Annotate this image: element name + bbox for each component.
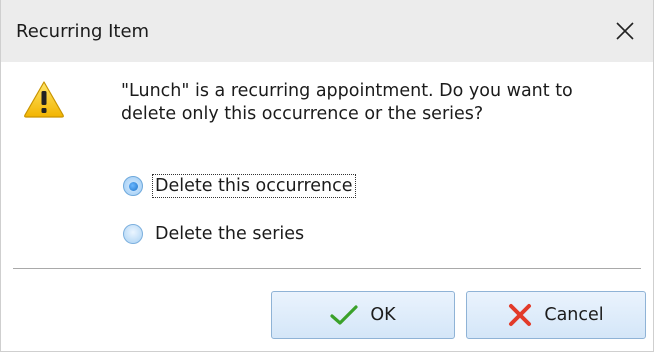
radio-unselected-icon[interactable] xyxy=(123,224,143,244)
cancel-label: Cancel xyxy=(544,305,604,325)
close-button[interactable] xyxy=(597,0,653,62)
warning-icon xyxy=(24,81,64,118)
radio-selected-icon[interactable] xyxy=(123,176,143,196)
x-icon xyxy=(509,304,532,326)
dialog-message: "Lunch" is a recurring appointment. Do y… xyxy=(121,81,573,124)
title-bar: Recurring Item xyxy=(1,0,653,62)
checkmark-icon xyxy=(330,305,358,325)
window-title: Recurring Item xyxy=(16,21,150,42)
delete-occurrence-label: Delete this occurrence xyxy=(152,174,356,198)
close-icon xyxy=(616,22,634,40)
recurring-item-dialog: Recurring Item "Lunch" is a recurring ap… xyxy=(0,0,654,352)
delete-series-label: Delete the series xyxy=(155,224,305,244)
delete-occurrence-option[interactable]: Delete this occurrence xyxy=(123,174,356,198)
delete-series-option[interactable]: Delete the series xyxy=(123,223,306,245)
ok-label: OK xyxy=(370,305,396,325)
divider xyxy=(13,268,641,269)
cancel-button[interactable]: Cancel xyxy=(466,291,646,339)
ok-button[interactable]: OK xyxy=(271,291,455,339)
